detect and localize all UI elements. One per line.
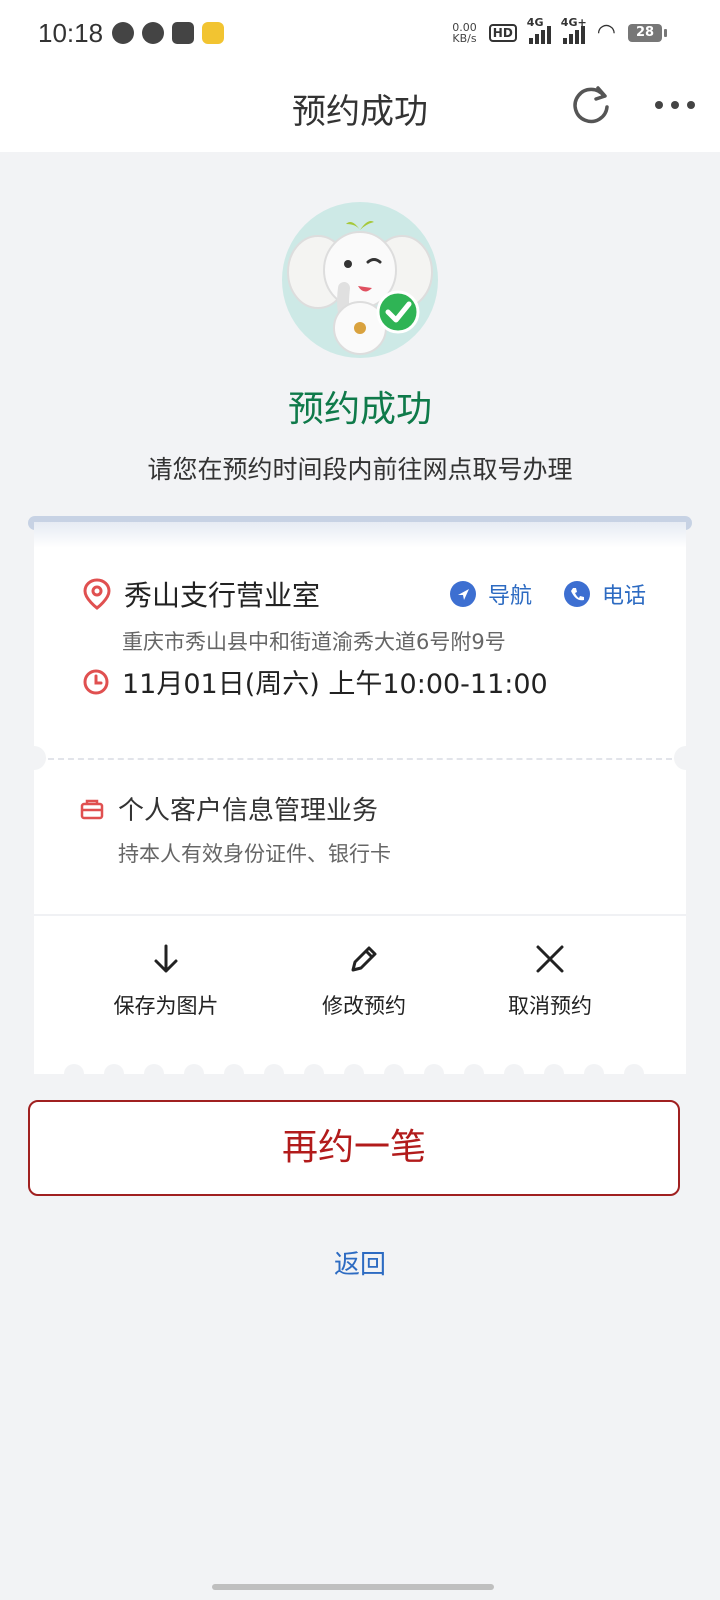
elephant-mascot-icon — [282, 202, 438, 358]
success-title: 预约成功 — [287, 389, 432, 430]
battery-icon: 28 — [628, 23, 667, 42]
hd-icon: HD — [488, 23, 517, 42]
message-icon — [112, 22, 134, 44]
modify-appointment-button[interactable]: 修改预约 — [284, 942, 444, 1020]
phone-link[interactable]: 电话 — [564, 578, 646, 610]
phone-icon — [564, 581, 590, 607]
vivo-icon — [172, 22, 194, 44]
service-row: 个人客户信息管理业务 — [80, 790, 378, 827]
appointment-time: 11月01日(周六) 上午10:00-11:00 — [122, 669, 548, 700]
signal-icon-2: 4G+ — [561, 16, 587, 44]
card-notch-left — [22, 746, 46, 770]
service-name: 个人客户信息管理业务 — [118, 796, 379, 826]
sync-icon — [142, 22, 164, 44]
signal-icon: 4G — [527, 16, 551, 44]
phone-label: 电话 — [602, 584, 647, 609]
wifi-icon: ◠ — [596, 20, 616, 45]
actions-divider — [34, 914, 686, 916]
back-link[interactable]: 返回 — [0, 1244, 720, 1281]
status-bar: 10:18 0.00 KB/s HD 4G 4G+ ◠ 28 — [0, 0, 720, 66]
nav-bar: 预约成功 — [0, 66, 720, 152]
service-requirements: 持本人有效身份证件、银行卡 — [118, 842, 391, 866]
download-arrow-icon — [154, 944, 178, 973]
card-dashed-divider — [48, 758, 672, 760]
card-notch-right — [674, 746, 698, 770]
location-pin-icon — [83, 578, 111, 610]
pencil-icon — [351, 946, 377, 972]
notification-icons — [112, 22, 224, 44]
status-right: 0.00 KB/s HD 4G 4G+ ◠ 28 — [452, 16, 667, 45]
app-notification-icon — [202, 22, 224, 44]
time-row: 11月01日(周六) 上午10:00-11:00 — [82, 662, 548, 701]
branch-address: 重庆市秀山县中和街道渝秀大道6号附9号 — [122, 630, 506, 654]
cancel-appointment-button[interactable]: 取消预约 — [470, 942, 630, 1020]
clock-icon — [83, 669, 109, 694]
net-speed: 0.00 KB/s — [452, 20, 477, 45]
briefcase-icon — [80, 799, 104, 819]
refresh-icon[interactable] — [568, 82, 614, 128]
status-time: 10:18 — [38, 18, 104, 48]
save-as-image-button[interactable]: 保存为图片 — [86, 942, 246, 1020]
success-subtitle: 请您在预约时间段内前往网点取号办理 — [147, 455, 573, 484]
branch-name: 秀山支行营业室 — [124, 579, 321, 612]
appointment-card: 秀山支行营业室 导航 电话 重庆市秀山县中和街道渝秀大道6号附9号 11月01日… — [22, 522, 698, 1074]
navigate-link[interactable]: 导航 — [450, 578, 532, 610]
card-scalloped-edge — [34, 1050, 686, 1074]
navigate-label: 导航 — [488, 584, 533, 609]
close-icon — [536, 945, 564, 973]
more-icon[interactable] — [652, 90, 698, 120]
book-again-button[interactable]: 再约一笔 — [28, 1100, 680, 1196]
card-top-shadow — [34, 522, 686, 548]
branch-row: 秀山支行营业室 — [82, 574, 320, 614]
home-indicator[interactable] — [212, 1584, 494, 1590]
navigate-icon — [450, 581, 476, 607]
